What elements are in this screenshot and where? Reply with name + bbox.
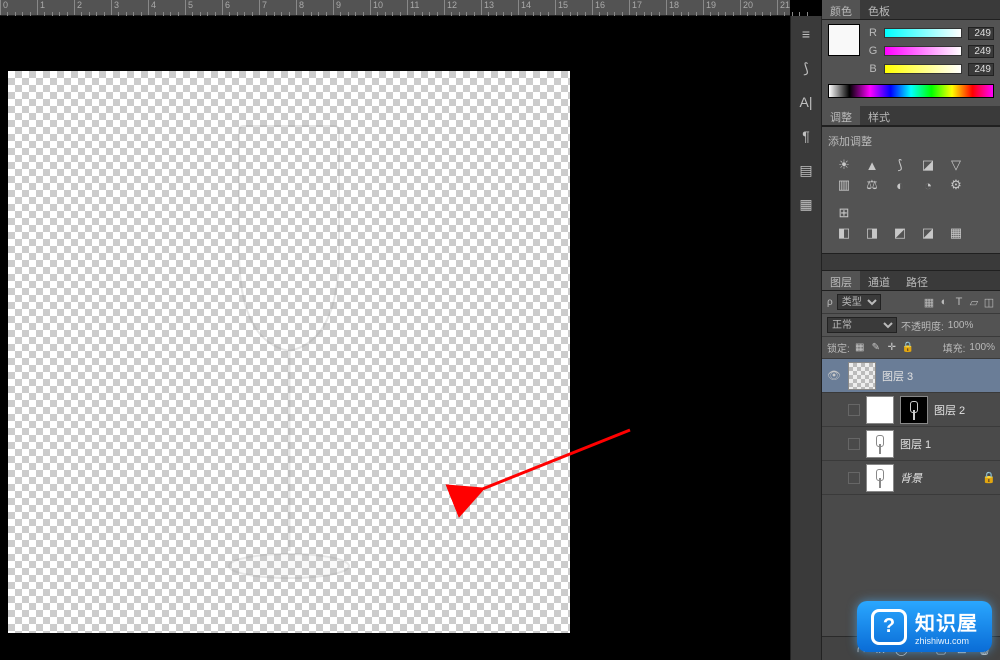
- vertical-toolbar: ≡ ⟆ A| ¶ ▤ ▦: [790, 16, 822, 660]
- adj-bw-icon[interactable]: ◐: [892, 177, 908, 193]
- lock-icon: 🔒: [982, 471, 996, 484]
- visibility-empty[interactable]: [848, 438, 860, 450]
- adj-balance-icon[interactable]: ⚖: [864, 177, 880, 193]
- layer-list: 👁 图层 3 图层 2 图层 1 背景 🔒: [822, 359, 1000, 636]
- adj-exposure-icon[interactable]: ◪: [920, 157, 936, 173]
- color-label: B: [868, 63, 878, 75]
- foreground-color-box[interactable]: [828, 24, 860, 56]
- toolbar-paragraph-icon[interactable]: ¶: [796, 126, 816, 146]
- watermark-title: 知识屋: [915, 607, 978, 636]
- color-panel: R 249 G 249 B 249: [822, 20, 1000, 106]
- fill-label: 填充:: [943, 340, 966, 355]
- adjustments-panel-tabs: 调整 样式: [822, 106, 1000, 126]
- color-slider[interactable]: [884, 28, 962, 38]
- color-spectrum[interactable]: [828, 84, 994, 98]
- layer-thumbnail[interactable]: [866, 464, 894, 492]
- visibility-toggle-icon[interactable]: 👁: [826, 369, 842, 382]
- panel-separator: [822, 253, 1000, 271]
- color-label: G: [868, 45, 878, 57]
- adj-vibrance-icon[interactable]: ▽: [948, 157, 964, 173]
- color-label: R: [868, 27, 878, 39]
- tab-styles[interactable]: 样式: [860, 106, 898, 125]
- adj-brightness-icon[interactable]: ☀: [836, 157, 852, 173]
- tab-adjustments[interactable]: 调整: [822, 106, 860, 125]
- color-slider[interactable]: [884, 46, 962, 56]
- watermark-url: zhishiwu.com: [915, 636, 978, 646]
- adj-selective-icon[interactable]: ▦: [948, 225, 964, 241]
- lock-transparency-icon[interactable]: ▦: [854, 342, 866, 353]
- adj-posterize-icon[interactable]: ◨: [864, 225, 880, 241]
- layer-thumbnail[interactable]: [848, 362, 876, 390]
- artboard-checkerboard[interactable]: [8, 71, 570, 633]
- lock-pixels-icon[interactable]: ✎: [870, 342, 882, 353]
- fill-value[interactable]: 100%: [969, 342, 995, 353]
- layer-row[interactable]: 图层 2: [822, 393, 1000, 427]
- color-value[interactable]: 249: [968, 45, 994, 58]
- layer-name[interactable]: 图层 3: [882, 368, 913, 384]
- canvas-area[interactable]: [0, 16, 790, 660]
- layer-thumbnail[interactable]: [866, 430, 894, 458]
- watermark-icon: ?: [871, 609, 907, 645]
- layers-panel-tabs: 图层 通道 路径: [822, 271, 1000, 291]
- ruler-horizontal: 0123456789101112131415161718192021: [0, 0, 790, 16]
- right-panels: 颜色 色板 R 249 G 249 B 249 调整 样式 添加调整 ☀ ▲ ⟆ ◪ ▽ …: [822, 0, 1000, 660]
- adj-photo-filter-icon[interactable]: ◔: [920, 177, 936, 193]
- filter-adjust-icon[interactable]: ◐: [938, 296, 950, 308]
- color-value[interactable]: 249: [968, 63, 994, 76]
- layer-name[interactable]: 图层 1: [900, 436, 931, 452]
- toolbar-panel2-icon[interactable]: ▦: [796, 194, 816, 214]
- lock-label: 锁定:: [827, 340, 850, 355]
- lock-all-icon[interactable]: 🔒: [902, 342, 914, 353]
- adj-mixer-icon[interactable]: ⚙: [948, 177, 964, 193]
- filter-type-icon[interactable]: T: [953, 296, 965, 308]
- adj-threshold-icon[interactable]: ◩: [892, 225, 908, 241]
- toolbar-ruler-icon[interactable]: ≡: [796, 24, 816, 44]
- toolbar-panel1-icon[interactable]: ▤: [796, 160, 816, 180]
- filter-shape-icon[interactable]: ▱: [968, 296, 980, 308]
- opacity-value[interactable]: 100%: [948, 320, 974, 331]
- adj-curves-icon[interactable]: ⟆: [892, 157, 908, 173]
- adj-hue-icon[interactable]: ▥: [836, 177, 852, 193]
- watermark-logo: ? 知识屋 zhishiwu.com: [857, 601, 992, 652]
- adj-gradient-icon[interactable]: ◪: [920, 225, 936, 241]
- layer-mask-thumbnail[interactable]: [900, 396, 928, 424]
- color-panel-tabs: 颜色 色板: [822, 0, 1000, 20]
- adjustments-panel: 添加调整 ☀ ▲ ⟆ ◪ ▽ ▥ ⚖ ◐ ◔ ⚙ ⊞ ◧ ◨ ◩ ◪ ▦: [822, 126, 1000, 253]
- visibility-empty[interactable]: [848, 404, 860, 416]
- color-channel-g: G 249: [868, 42, 994, 60]
- layer-name[interactable]: 背景: [900, 470, 922, 486]
- color-value[interactable]: 249: [968, 27, 994, 40]
- tab-layers[interactable]: 图层: [822, 271, 860, 290]
- opacity-label: 不透明度:: [901, 318, 944, 333]
- adjustments-title: 添加调整: [828, 131, 994, 155]
- tab-color[interactable]: 颜色: [822, 0, 860, 19]
- color-channel-r: R 249: [868, 24, 994, 42]
- adj-levels-icon[interactable]: ▲: [864, 157, 880, 173]
- tab-paths[interactable]: 路径: [898, 271, 936, 290]
- layer-row[interactable]: 👁 图层 3: [822, 359, 1000, 393]
- blend-mode-select[interactable]: 正常: [827, 317, 897, 333]
- color-slider[interactable]: [884, 64, 962, 74]
- adj-invert-icon[interactable]: ◧: [836, 225, 852, 241]
- tab-swatches[interactable]: 色板: [860, 0, 898, 19]
- layer-filter-select[interactable]: 类型: [837, 294, 881, 310]
- layer-thumbnail[interactable]: [866, 396, 894, 424]
- tab-channels[interactable]: 通道: [860, 271, 898, 290]
- layer-name[interactable]: 图层 2: [934, 402, 965, 418]
- layer-row[interactable]: 图层 1: [822, 427, 1000, 461]
- visibility-empty[interactable]: [848, 472, 860, 484]
- wine-glass-artwork: [189, 121, 389, 601]
- toolbar-text-icon[interactable]: A|: [796, 92, 816, 112]
- ruler-tick: 11: [407, 0, 419, 15]
- lock-position-icon[interactable]: ✛: [886, 342, 898, 353]
- color-channel-b: B 249: [868, 60, 994, 78]
- filter-smart-icon[interactable]: ◫: [983, 296, 995, 308]
- layer-row[interactable]: 背景 🔒: [822, 461, 1000, 495]
- adj-lookup-icon[interactable]: ⊞: [836, 205, 852, 221]
- toolbar-brush-icon[interactable]: ⟆: [796, 58, 816, 78]
- filter-pixel-icon[interactable]: ▦: [923, 296, 935, 308]
